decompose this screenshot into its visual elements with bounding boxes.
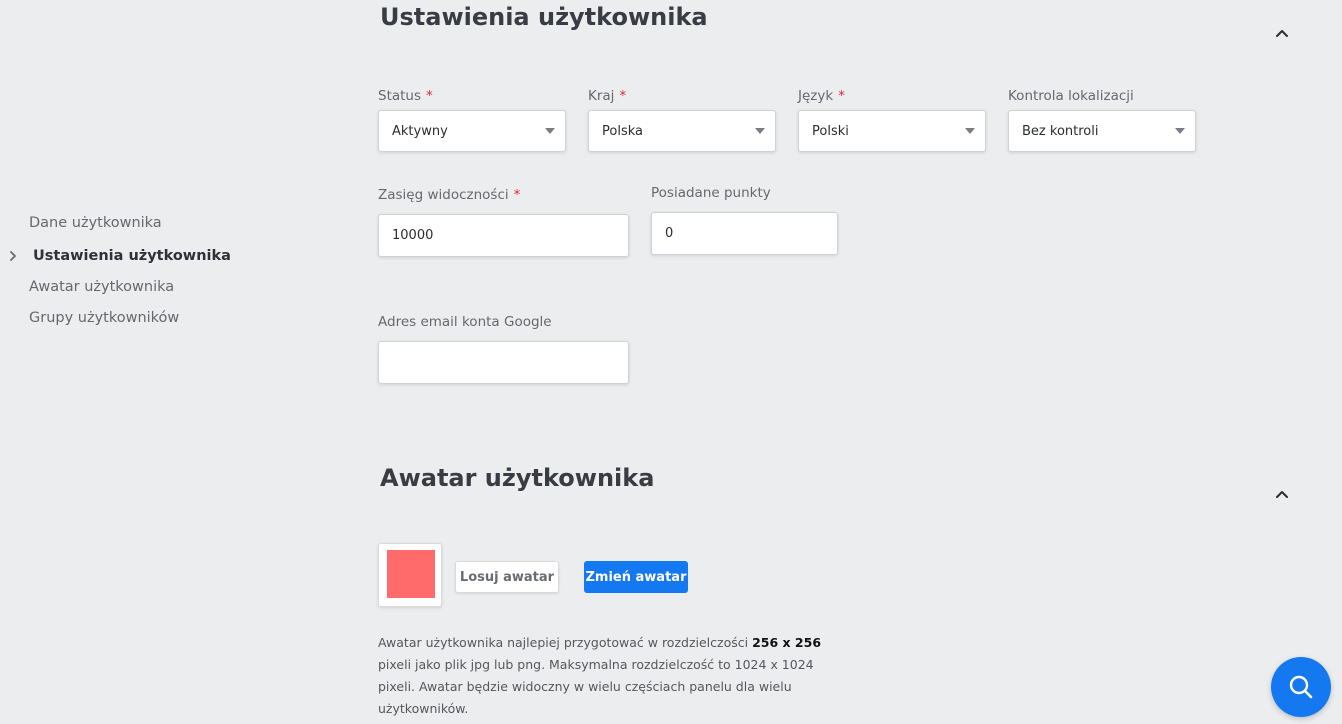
status-label: Status * (378, 88, 433, 104)
country-select[interactable]: Polska (588, 110, 776, 152)
floating-search-button[interactable] (1271, 657, 1331, 717)
random-avatar-button[interactable]: Losuj awatar (455, 561, 559, 593)
google-email-input[interactable] (378, 341, 629, 384)
caret-down-icon (965, 128, 975, 134)
location-control-label: Kontrola lokalizacji (1008, 88, 1134, 104)
avatar-preview (378, 543, 442, 607)
language-label: Język * (798, 88, 845, 104)
location-control-select-value: Bez kontroli (1022, 123, 1099, 139)
collapse-settings-chevron-up-icon[interactable] (1272, 25, 1292, 41)
caret-down-icon (545, 128, 555, 134)
settings-section-title: Ustawienia użytkownika (380, 3, 708, 31)
google-email-label: Adres email konta Google (378, 314, 552, 330)
avatar-image (387, 550, 435, 598)
caret-down-icon (1175, 128, 1185, 134)
search-icon (1289, 675, 1313, 699)
sidebar-item-user-settings[interactable]: Ustawienia użytkownika (33, 248, 231, 264)
chevron-right-icon (10, 251, 16, 261)
points-label: Posiadane punkty (651, 185, 771, 201)
visibility-range-input[interactable]: 10000 (378, 214, 629, 257)
sidebar-item-user-avatar[interactable]: Awatar użytkownika (29, 279, 174, 295)
language-select[interactable]: Polski (798, 110, 986, 152)
country-select-value: Polska (602, 123, 643, 139)
change-avatar-button[interactable]: Zmień awatar (584, 561, 688, 593)
location-control-select[interactable]: Bez kontroli (1008, 110, 1196, 152)
avatar-hint-text: Awatar użytkownika najlepiej przygotować… (378, 635, 822, 716)
language-select-value: Polski (812, 123, 849, 139)
status-select[interactable]: Aktywny (378, 110, 566, 152)
sidebar-item-user-groups[interactable]: Grupy użytkowników (29, 310, 179, 326)
visibility-range-label: Zasięg widoczności * (378, 187, 521, 203)
sidebar-item-user-data[interactable]: Dane użytkownika (29, 215, 162, 231)
collapse-avatar-chevron-up-icon[interactable] (1272, 486, 1292, 502)
avatar-section-title: Awatar użytkownika (380, 464, 655, 492)
country-label: Kraj * (588, 88, 627, 104)
status-select-value: Aktywny (392, 123, 448, 139)
caret-down-icon (755, 128, 765, 134)
points-input[interactable]: 0 (651, 212, 838, 255)
